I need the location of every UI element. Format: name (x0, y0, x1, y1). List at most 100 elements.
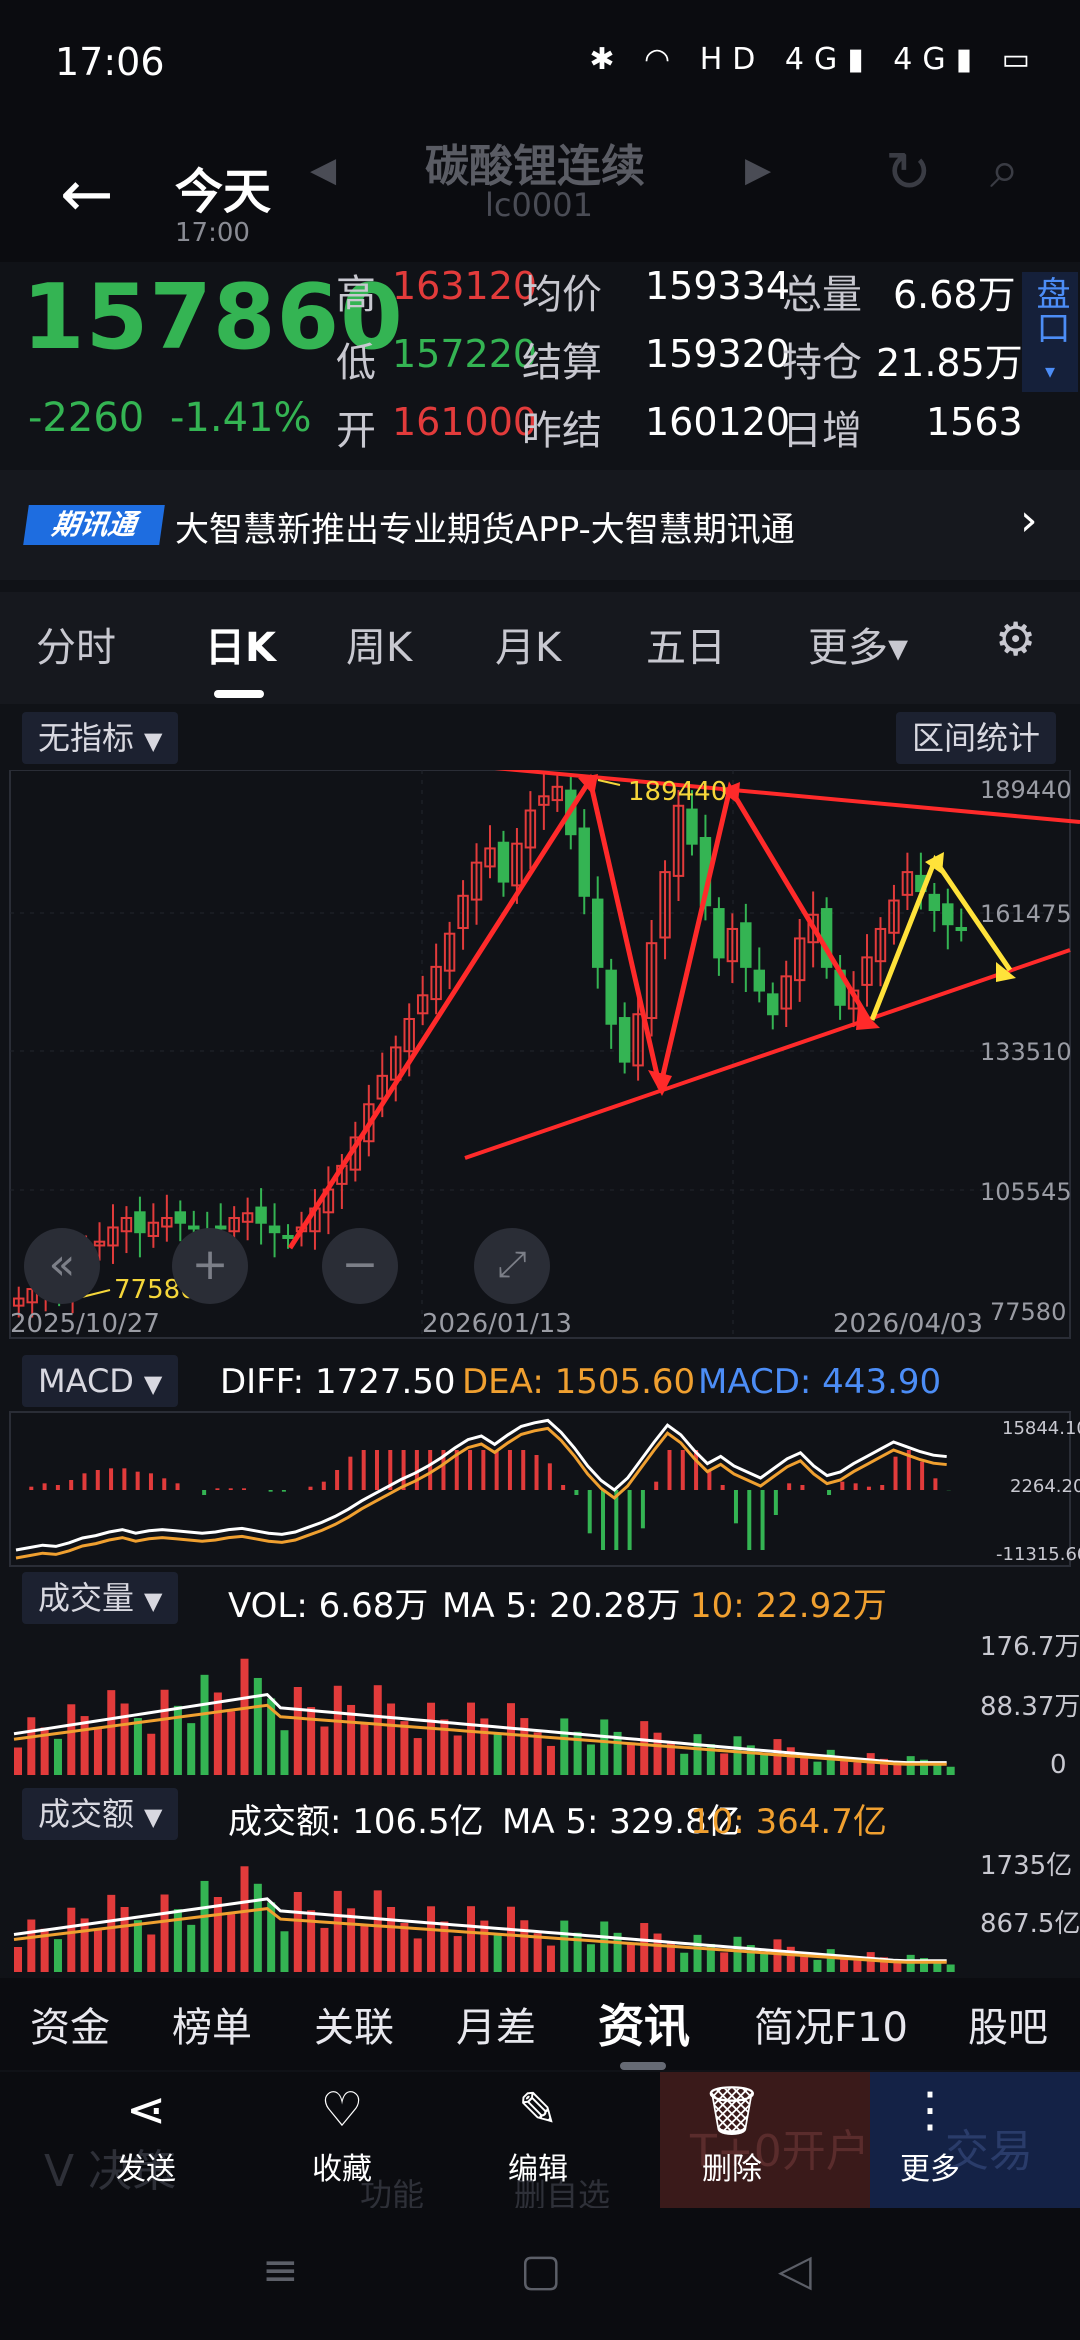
volume-bar (133, 1718, 142, 1775)
date-tick-1: 2026/01/13 (422, 1309, 572, 1339)
volume-bar (147, 1733, 156, 1775)
prev-instrument-icon[interactable]: ◀ (310, 150, 336, 190)
volume-bar (320, 1927, 329, 1972)
tab-rankings[interactable]: 榜单 (172, 1995, 252, 2053)
range-stats-button[interactable]: 区间统计 (896, 712, 1057, 764)
volume-bar (427, 1906, 436, 1972)
macd-bar (760, 1490, 765, 1550)
volume-bar (733, 1936, 742, 1972)
fullscreen-icon[interactable]: ⤢ (474, 1228, 550, 1304)
candle-body (942, 903, 954, 926)
delete-button[interactable]: 🗑 删除 (672, 2082, 792, 2188)
candle-body (174, 1211, 187, 1224)
volume-bar (760, 1753, 769, 1775)
drag-handle[interactable] (620, 2062, 666, 2070)
volume-bar (626, 1743, 635, 1775)
macd-bar (109, 1468, 114, 1490)
tab-intraday[interactable]: 分时 (36, 615, 116, 673)
volume-bar (187, 1924, 196, 1972)
macd-bar (428, 1450, 433, 1490)
more-label: 更多 (900, 2152, 960, 2187)
refresh-icon[interactable]: ↻ (885, 140, 932, 205)
zoom-in-icon[interactable]: + (172, 1228, 248, 1304)
home-icon[interactable]: ▢ (520, 2245, 562, 2296)
back-button[interactable]: ← (60, 160, 140, 240)
tab-more[interactable]: 更多▾ (808, 615, 908, 673)
today-time: 17:00 (175, 218, 250, 248)
menu-icon[interactable]: ≡ (262, 2245, 299, 2296)
macd-bar (494, 1450, 499, 1490)
rewind-icon[interactable]: « (24, 1228, 100, 1304)
macd-bar (29, 1486, 34, 1490)
macd-bar (335, 1470, 340, 1490)
volume-bar (893, 1763, 902, 1775)
tab-forum[interactable]: 股吧 (968, 1995, 1048, 2053)
volume-bar (720, 1952, 729, 1972)
candle-body (255, 1206, 267, 1224)
amount-dropdown[interactable]: 成交额 ▼ (22, 1788, 179, 1840)
y-tick-4: 77580 (990, 1298, 1066, 1326)
macd-bar (468, 1450, 473, 1490)
amount-y-1: 867.5亿 (980, 1909, 1080, 1939)
volume-bar (333, 1685, 342, 1775)
chevron-right-icon[interactable]: › (1020, 495, 1038, 546)
tab-daily-k[interactable]: 日K (205, 615, 276, 673)
status-time: 17:06 (55, 40, 165, 84)
next-instrument-icon[interactable]: ▶ (745, 150, 771, 190)
volume-bar (506, 1703, 515, 1775)
macd-bar (773, 1490, 778, 1515)
edit-button[interactable]: ✎ 编辑 (478, 2082, 598, 2188)
volume-bar (533, 1933, 542, 1972)
tab-related[interactable]: 关联 (314, 1995, 394, 2053)
tab-funds[interactable]: 资金 (30, 1995, 110, 2053)
volume-bar (866, 1753, 875, 1775)
indicator-dropdown[interactable]: 无指标 ▼ (22, 712, 179, 764)
pankou-button[interactable]: 盘口 ▾ (1022, 272, 1078, 392)
today-label[interactable]: 今天 (175, 152, 271, 222)
more-button[interactable]: ⋮ 更多 (870, 2082, 990, 2188)
banner-logo: 期讯通 (23, 505, 165, 545)
tab-weekly-k[interactable]: 周K (346, 615, 412, 673)
indicator-label: 无指标 (38, 719, 135, 757)
macd-label: MACD (38, 1362, 134, 1400)
volume-bar (400, 1721, 409, 1775)
volume-dropdown[interactable]: 成交量 ▼ (22, 1572, 179, 1624)
volume-bar (387, 1703, 396, 1775)
prev-settle-label: 昨结 (522, 408, 602, 454)
favorite-button[interactable]: ♡ 收藏 (282, 2082, 402, 2188)
candle-body (767, 993, 779, 1016)
macd-bar (680, 1450, 685, 1490)
macd-bar (82, 1473, 87, 1490)
low-value: 157220 (392, 332, 538, 376)
tab-monthly-k[interactable]: 月K (495, 615, 561, 673)
price-change: -2260 (28, 395, 145, 441)
zoom-out-icon[interactable]: − (322, 1228, 398, 1304)
tab-f10[interactable]: 简况F10 (754, 1995, 908, 2053)
gear-icon[interactable]: ⚙ (995, 612, 1036, 666)
volume-bar (453, 1735, 462, 1775)
candle-body (497, 841, 510, 883)
share-button[interactable]: ⋖ 发送 (86, 2082, 206, 2188)
volume-bar (227, 1914, 236, 1972)
active-tab-indicator (214, 690, 264, 698)
tab-five-day[interactable]: 五日 (646, 615, 726, 673)
macd-bar (95, 1470, 100, 1490)
instrument-code: lc0001 (485, 186, 593, 224)
macd-bar (747, 1490, 752, 1550)
back-nav-icon[interactable]: ◁ (778, 2245, 812, 2296)
volume-bar (280, 1730, 289, 1775)
search-icon[interactable]: ⌕ (990, 140, 1019, 201)
tab-news[interactable]: 资讯 (598, 1990, 690, 2056)
macd-y-1: 2264.20 (1010, 1476, 1080, 1497)
macd-bar (840, 1481, 845, 1490)
banner-text[interactable]: 大智慧新推出专业期货APP-大智慧期讯通 (175, 502, 795, 551)
y-tick-0: 189440 (980, 776, 1072, 804)
macd-diff: DIFF: 1727.50 (220, 1362, 456, 1402)
volume-bar (53, 1939, 62, 1972)
volume-bar (400, 1923, 409, 1972)
macd-dropdown[interactable]: MACD ▼ (22, 1355, 179, 1407)
tab-spread[interactable]: 月差 (456, 1995, 536, 2053)
volume-bar (653, 1933, 662, 1972)
chevron-down-icon: ▼ (144, 1587, 163, 1615)
macd-bar (627, 1490, 632, 1550)
